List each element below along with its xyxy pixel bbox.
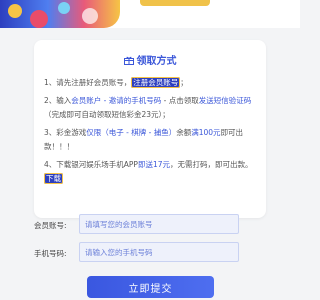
phone-label: 手机号码: [34, 249, 67, 258]
top-banner [0, 0, 300, 28]
card-title-text: 领取方式 [136, 56, 177, 67]
step-text: 2、输入 [44, 96, 72, 105]
steps-list: 1、请先注册好会员账号， 注册会员账号； 2、输入会员账户 - 邀请的手机号码 -… [44, 76, 260, 190]
step-text: 3、彩金游戏 [44, 128, 87, 137]
banner-image [0, 0, 120, 28]
step-text: （完成即可自动领取短信彩金23元）； [44, 110, 170, 119]
step-highlight: 满100元 [191, 128, 221, 137]
gift-icon [123, 56, 134, 65]
account-input[interactable] [79, 214, 239, 234]
step-text: 余额 [176, 128, 192, 137]
instructions-card: 领取方式 1、请先注册好会员账号， 注册会员账号； 2、输入会员账户 - 邀请的手… [34, 40, 266, 218]
step-text: - 点击领取 [161, 96, 199, 105]
step-text: ； [180, 78, 188, 87]
card-title: 领取方式 [34, 52, 266, 67]
register-link[interactable]: 注册会员账号 [131, 77, 181, 88]
step-1: 1、请先注册好会员账号， 注册会员账号； [44, 76, 260, 90]
banner-decoration [140, 0, 210, 6]
submit-button[interactable]: 立即提交 [87, 276, 214, 298]
step-text: ，无需打码，即可出款。 [170, 160, 253, 169]
step-3: 3、彩金游戏仅限（电子 - 棋牌 - 捕鱼）余额满100元即可出款！！！ [44, 126, 260, 154]
step-2: 2、输入会员账户 - 邀请的手机号码 - 点击领取发送短信验证码 （完成即可自动领… [44, 94, 260, 122]
step-4: 4、下载银河娱乐场手机APP即送17元，无需打码，即可出款。下载 [44, 158, 260, 186]
step-text: 4、下载银河娱乐场手机APP [44, 160, 138, 169]
phone-input[interactable] [79, 242, 239, 262]
step-highlight: 仅限（电子 - 棋牌 - 捕鱼） [86, 128, 177, 137]
step-highlight: 发送短信验证码 [198, 96, 252, 105]
step-highlight: 即送17元 [137, 160, 170, 169]
step-highlight: 会员账户 - 邀请的手机号码 [71, 96, 162, 105]
step-text: 1、请先注册好会员账号， [44, 78, 132, 87]
download-link[interactable]: 下载 [44, 173, 63, 184]
account-label: 会员账号: [34, 221, 67, 230]
